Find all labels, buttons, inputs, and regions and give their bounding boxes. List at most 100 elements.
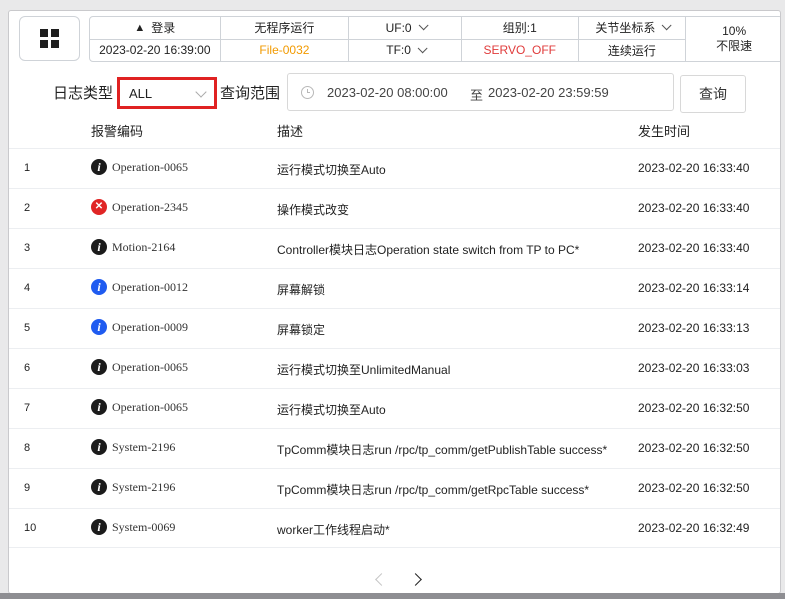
speed-percent: 10% <box>722 24 747 38</box>
row-index: 9 <box>24 482 31 494</box>
chevron-down-icon <box>195 86 207 98</box>
description: 运行模式切换至UnlimitedManual <box>277 363 451 377</box>
alarm-code-cell: i Operation-0012 <box>91 279 188 295</box>
alarm-code: Motion-2164 <box>112 239 176 254</box>
column-header-desc: 描述 <box>277 124 304 139</box>
chevron-down-icon <box>417 43 428 54</box>
file-name[interactable]: File-0032 <box>221 40 349 62</box>
coord-system-select[interactable]: 关节坐标系 <box>578 17 686 40</box>
row-index: 4 <box>24 282 31 294</box>
occurred-time: 2023-02-20 16:32:50 <box>638 481 750 495</box>
alarm-code-cell: i Operation-0009 <box>91 319 188 335</box>
clock-icon <box>301 86 314 99</box>
query-button[interactable]: 查询 <box>680 75 746 113</box>
grid-menu-icon <box>40 29 59 48</box>
table-row[interactable]: 10 i System-0069 worker工作线程启动* 2023-02-20… <box>9 508 780 548</box>
pagination <box>369 571 429 591</box>
login-button[interactable]: ▲ 登录 <box>90 17 220 40</box>
servo-status[interactable]: SERVO_OFF <box>462 40 578 62</box>
log-window: ▲ 登录 2023-02-20 16:39:00 无程序运行 File-0032… <box>8 10 781 594</box>
occurred-time: 2023-02-20 16:32:49 <box>638 521 750 535</box>
alarm-code: Operation-0065 <box>112 399 188 414</box>
table-row[interactable]: 2 ✕ Operation-2345 操作模式改变 2023-02-20 16:3… <box>9 188 780 228</box>
main-menu-button[interactable] <box>19 16 80 61</box>
log-type-select-highlight: ALL <box>117 77 217 109</box>
row-index: 2 <box>24 202 31 214</box>
row-index: 8 <box>24 442 31 454</box>
row-index: 10 <box>24 522 37 534</box>
info-icon: i <box>91 279 107 295</box>
occurred-time: 2023-02-20 16:33:40 <box>638 161 750 175</box>
occurred-time: 2023-02-20 16:33:40 <box>638 241 750 255</box>
alarm-code-cell: i System-0069 <box>91 519 175 535</box>
table-row[interactable]: 1 i Operation-0065 运行模式切换至Auto 2023-02-20… <box>9 148 780 188</box>
row-index: 5 <box>24 322 31 334</box>
row-index: 3 <box>24 242 31 254</box>
alarm-code-cell: i Operation-0065 <box>91 399 188 415</box>
column-header-time: 发生时间 <box>638 124 691 139</box>
description: Controller模块日志Operation state switch fro… <box>277 243 580 257</box>
alarm-code: System-0069 <box>112 519 176 534</box>
row-index: 1 <box>24 162 31 174</box>
range-end[interactable]: 2023-02-20 23:59:59 <box>488 85 609 100</box>
chevron-left-icon[interactable] <box>375 573 388 586</box>
alarm-code: Operation-2345 <box>112 199 188 214</box>
table-row[interactable]: 4 i Operation-0012 屏幕解锁 2023-02-20 16:33:… <box>9 268 780 308</box>
error-icon: ✕ <box>91 199 107 215</box>
row-index: 7 <box>24 402 31 414</box>
log-type-select[interactable]: ALL <box>120 80 214 106</box>
group-display[interactable]: 组别:1 <box>461 17 578 40</box>
range-label: 查询范围 <box>220 85 281 102</box>
alarm-code: System-2196 <box>112 439 176 454</box>
info-icon: i <box>91 159 107 175</box>
alarm-code: Operation-0009 <box>112 319 188 334</box>
log-type-value: ALL <box>129 85 153 101</box>
table-row[interactable]: 7 i Operation-0065 运行模式切换至Auto 2023-02-20… <box>9 388 780 428</box>
occurred-time: 2023-02-20 16:33:14 <box>638 281 750 295</box>
table-header: 报警编码 描述 发生时间 <box>9 121 780 147</box>
log-table-body: 1 i Operation-0065 运行模式切换至Auto 2023-02-20… <box>9 148 780 548</box>
program-status: 无程序运行 <box>220 17 349 40</box>
log-type-label: 日志类型 <box>53 85 114 102</box>
table-row[interactable]: 5 i Operation-0009 屏幕锁定 2023-02-20 16:33:… <box>9 308 780 348</box>
table-row[interactable]: 6 i Operation-0065 运行模式切换至UnlimitedManual… <box>9 348 780 388</box>
date-range-picker[interactable]: 2023-02-20 08:00:00 至 2023-02-20 23:59:5… <box>287 73 674 111</box>
column-header-code: 报警编码 <box>91 124 144 139</box>
alarm-code-cell: i Operation-0065 <box>91 159 188 175</box>
chevron-down-icon <box>662 20 672 31</box>
bottom-bar <box>0 593 785 599</box>
chevron-down-icon <box>418 20 429 31</box>
description: 运行模式切换至Auto <box>277 403 386 417</box>
occurred-time: 2023-02-20 16:32:50 <box>638 441 750 455</box>
alarm-code-cell: i System-2196 <box>91 479 175 495</box>
alarm-code-cell: i Operation-0065 <box>91 359 188 375</box>
alarm-code: Operation-0065 <box>112 159 188 174</box>
description: 屏幕锁定 <box>277 323 326 337</box>
description: 操作模式改变 <box>277 203 350 217</box>
table-row[interactable]: 3 i Motion-2164 Controller模块日志Operation s… <box>9 228 780 268</box>
alarm-code: Operation-0012 <box>112 279 188 294</box>
status-grid: ▲ 登录 2023-02-20 16:39:00 无程序运行 File-0032… <box>89 16 780 62</box>
occurred-time: 2023-02-20 16:33:40 <box>638 201 750 215</box>
tf-value: TF:0 <box>386 43 411 58</box>
info-icon: i <box>91 519 107 535</box>
run-mode[interactable]: 连续运行 <box>579 40 686 62</box>
tf-select[interactable]: TF:0 <box>349 40 461 62</box>
filter-bar: 日志类型 ALL 查询范围 2023-02-20 08:00:00 至 2023… <box>9 73 780 113</box>
table-row[interactable]: 8 i System-2196 TpComm模块日志run /rpc/tp_com… <box>9 428 780 468</box>
info-icon: i <box>91 439 107 455</box>
range-start[interactable]: 2023-02-20 08:00:00 <box>327 85 448 100</box>
speed-mode: 不限速 <box>716 39 753 53</box>
alarm-code-cell: i Motion-2164 <box>91 239 175 255</box>
range-separator: 至 <box>470 88 484 103</box>
info-icon: i <box>91 399 107 415</box>
uf-select[interactable]: UF:0 <box>349 17 461 40</box>
login-label: 登录 <box>151 21 176 36</box>
row-index: 6 <box>24 362 31 374</box>
description: TpComm模块日志run /rpc/tp_comm/getRpcTable s… <box>277 483 590 497</box>
info-icon: i <box>91 359 107 375</box>
chevron-right-icon[interactable] <box>409 573 422 586</box>
speed-control[interactable]: 10% 不限速 <box>686 17 780 61</box>
table-row[interactable]: 9 i System-2196 TpComm模块日志run /rpc/tp_com… <box>9 468 780 508</box>
description: 屏幕解锁 <box>277 283 326 297</box>
